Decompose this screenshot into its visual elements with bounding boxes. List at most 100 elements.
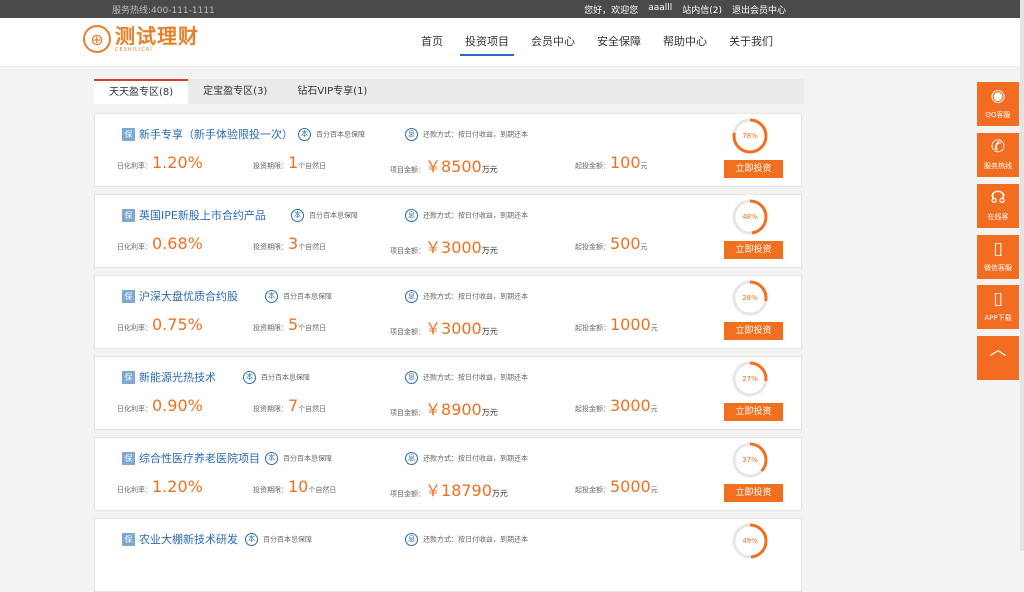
main-nav: 首页 投资项目 会员中心 安全保障 帮助中心 关于我们 — [410, 18, 784, 66]
min-field: 起投金额：500元 — [575, 234, 648, 253]
sidebar-phone-button[interactable]: ✆ 服务热线 — [977, 133, 1019, 177]
sidebar-label: QQ客服 — [985, 111, 1011, 119]
progress-percent: 78% — [742, 132, 758, 140]
sidebar-qq-button[interactable]: ◉ QQ客服 — [977, 82, 1019, 126]
progress-percent: 28% — [742, 294, 758, 302]
guarantee-info: 本百分百本息保障 — [245, 533, 312, 546]
globe-icon: ⊕ — [83, 25, 111, 53]
messages-link[interactable]: 站内信(2) — [682, 3, 722, 16]
guarantee-info: 本百分百本息保障 — [265, 290, 332, 303]
guarantee-info: 本百分百本息保障 — [243, 371, 310, 384]
min-field: 起投金额：3000元 — [575, 396, 658, 415]
product-name[interactable]: 英国IPE新股上市合约产品 — [139, 207, 266, 223]
term-value: 5 — [288, 315, 299, 334]
min-value: 500 — [610, 234, 641, 253]
nav-invest-projects[interactable]: 投资项目 — [454, 18, 520, 66]
username-link[interactable]: aaalll — [648, 3, 672, 16]
term-value: 3 — [288, 234, 299, 253]
interest-icon: 息 — [405, 452, 418, 465]
logo[interactable]: ⊕ 测试理财 CESHILICAI — [83, 25, 199, 53]
sidebar-mobile-button[interactable]: ▯ 微信客服 — [977, 235, 1019, 279]
tab-dingbaoying[interactable]: 定宝盈专区(3) — [188, 79, 282, 104]
rate-value: 1.20% — [152, 153, 203, 172]
rate-value: 1.20% — [152, 477, 203, 496]
amount-value: 8900 — [441, 400, 482, 419]
product-card[interactable]: 保新手专享（新手体验限投一次） 本百分百本息保障 息还款方式：按日付收益，到期还本日… — [94, 113, 802, 187]
principal-icon: 本 — [298, 128, 311, 141]
product-name[interactable]: 农业大棚新技术研发 — [139, 531, 238, 547]
repay-info: 息还款方式：按日付收益，到期还本 — [405, 209, 528, 222]
product-name[interactable]: 沪深大盘优质合约股 — [139, 288, 238, 304]
product-name[interactable]: 新能源光热技术 — [139, 369, 216, 385]
nav-member-center[interactable]: 会员中心 — [520, 18, 586, 66]
product-card[interactable]: 保农业大棚新技术研发本百分百本息保障 息还款方式：按日付收益，到期还本 49% — [94, 518, 802, 592]
top-bar: 服务热线:400-111-1111 您好，欢迎您 aaalll 站内信(2) 退… — [0, 0, 1024, 18]
sidebar-back-to-top-button[interactable]: ︿ — [977, 336, 1019, 380]
nav-home[interactable]: 首页 — [410, 18, 454, 66]
interest-icon: 息 — [405, 290, 418, 303]
rate-field: 日化利率：1.20% — [117, 477, 203, 496]
progress-percent: 27% — [742, 375, 758, 383]
product-card[interactable]: 保新能源光热技术 本百分百本息保障 息还款方式：按日付收益，到期还本 日化利率：0.9… — [94, 356, 802, 430]
rate-field: 日化利率：0.68% — [117, 234, 203, 253]
product-card[interactable]: 保英国IPE新股上市合约产品 本百分百本息保障 息还款方式：按日付收益，到期还本 日化… — [94, 194, 802, 268]
amount-field: 项目金额：￥8900万元 — [390, 400, 498, 419]
product-name[interactable]: 新手专享（新手体验限投一次） — [139, 126, 293, 142]
product-card[interactable]: 保沪深大盘优质合约股 本百分百本息保障 息还款方式：按日付收益，到期还本 日化利率：0… — [94, 275, 802, 349]
sidebar-mobile-download-button[interactable]: ▯ APP下载 — [977, 285, 1019, 329]
nav-security[interactable]: 安全保障 — [586, 18, 652, 66]
phone-icon: ✆ — [990, 137, 1006, 157]
repay-info: 息还款方式：按日付收益，到期还本 — [405, 452, 528, 465]
headset-icon: ☊ — [990, 188, 1006, 208]
nav-about[interactable]: 关于我们 — [718, 18, 784, 66]
sidebar-label: 服务热线 — [984, 162, 1012, 170]
min-field: 起投金额：5000元 — [575, 477, 658, 496]
progress-ring: 37% — [732, 442, 768, 478]
nav-help[interactable]: 帮助中心 — [652, 18, 718, 66]
repay-info: 息还款方式：按日付收益，到期还本 — [405, 290, 528, 303]
interest-icon: 息 — [405, 128, 418, 141]
amount-field: 项目金额：￥3000万元 — [390, 238, 498, 257]
progress-percent: 49% — [742, 537, 758, 545]
invest-button[interactable]: 立即投资 — [724, 241, 783, 259]
term-value: 1 — [288, 153, 299, 172]
min-value: 5000 — [610, 477, 651, 496]
progress-percent: 37% — [742, 456, 758, 464]
logout-link[interactable]: 退出会员中心 — [732, 3, 786, 16]
sidebar-headset-button[interactable]: ☊ 在线客 — [977, 184, 1019, 228]
term-value: 10 — [288, 477, 309, 496]
tab-diamond-vip[interactable]: 钻石VIP专享(1) — [282, 79, 382, 104]
guarantee-info: 本百分百本息保障 — [265, 452, 332, 465]
amount-value: 18790 — [441, 481, 492, 500]
product-name[interactable]: 综合性医疗养老医院项目 — [139, 450, 260, 466]
invest-button[interactable]: 立即投资 — [724, 484, 783, 502]
invest-button[interactable]: 立即投资 — [724, 322, 783, 340]
amount-field: 项目金额：￥3000万元 — [390, 319, 498, 338]
sidebar-label: APP下载 — [984, 314, 1012, 322]
tab-tiantianying[interactable]: 天天盈专区(8) — [94, 79, 189, 104]
guarantee-info: 本百分百本息保障 — [291, 209, 358, 222]
term-field: 投资期限：10个自然日 — [253, 477, 337, 496]
amount-value: 3000 — [441, 238, 482, 257]
sidebar-label: 微信客服 — [984, 264, 1012, 272]
repay-info: 息还款方式：按日付收益，到期还本 — [405, 533, 528, 546]
mobile-download-icon: ▯ — [993, 289, 1003, 309]
amount-field: 项目金额：￥8500万元 — [390, 157, 498, 176]
term-field: 投资期限：5个自然日 — [253, 315, 327, 334]
invest-button[interactable]: 立即投资 — [724, 403, 783, 421]
guarantee-badge: 保 — [122, 533, 135, 546]
logo-title: 测试理财 — [115, 24, 199, 48]
progress-ring: 28% — [732, 280, 768, 316]
back-to-top-icon: ︿ — [989, 340, 1007, 360]
term-field: 投资期限：3个自然日 — [253, 234, 327, 253]
scrollbar[interactable] — [1020, 0, 1024, 551]
min-field: 起投金额：100元 — [575, 153, 648, 172]
repay-info: 息还款方式：按日付收益，到期还本 — [405, 128, 528, 141]
invest-button[interactable]: 立即投资 — [724, 160, 783, 178]
mobile-icon: ▯ — [993, 239, 1003, 259]
product-card[interactable]: 保综合性医疗养老医院项目本百分百本息保障 息还款方式：按日付收益，到期还本 日化利率… — [94, 437, 802, 511]
interest-icon: 息 — [405, 209, 418, 222]
interest-icon: 息 — [405, 533, 418, 546]
principal-icon: 本 — [265, 452, 278, 465]
term-field: 投资期限：1个自然日 — [253, 153, 327, 172]
